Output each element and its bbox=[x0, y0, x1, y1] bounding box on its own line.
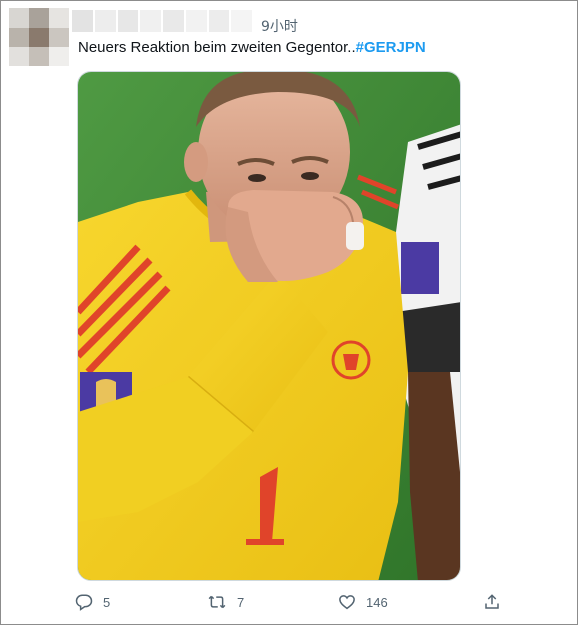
tweet-media-image[interactable] bbox=[77, 71, 461, 581]
tweet-timestamp[interactable]: 9小时 bbox=[261, 16, 298, 36]
tweet-action-bar: 5 7 146 bbox=[75, 593, 505, 617]
tweet-card[interactable]: 9小时 Neuers Reaktion beim zweiten Gegento… bbox=[0, 0, 578, 625]
reply-icon bbox=[75, 593, 93, 611]
hashtag-link[interactable]: #GERJPN bbox=[356, 39, 426, 56]
tweet-text-body: Neuers Reaktion beim zweiten Gegentor.. bbox=[78, 39, 356, 56]
like-button[interactable]: 146 bbox=[338, 593, 388, 611]
share-button[interactable] bbox=[483, 593, 501, 611]
username-blurred[interactable] bbox=[72, 10, 252, 32]
retweet-button[interactable]: 7 bbox=[207, 593, 244, 611]
retweet-count: 7 bbox=[237, 594, 245, 610]
retweet-icon bbox=[207, 593, 227, 611]
like-count: 146 bbox=[366, 594, 388, 610]
tweet-text: Neuers Reaktion beim zweiten Gegentor..#… bbox=[78, 39, 426, 56]
share-icon bbox=[483, 593, 501, 611]
reply-count: 5 bbox=[103, 594, 111, 610]
avatar[interactable] bbox=[9, 8, 69, 66]
heart-icon bbox=[338, 593, 356, 611]
reply-button[interactable]: 5 bbox=[75, 593, 110, 611]
